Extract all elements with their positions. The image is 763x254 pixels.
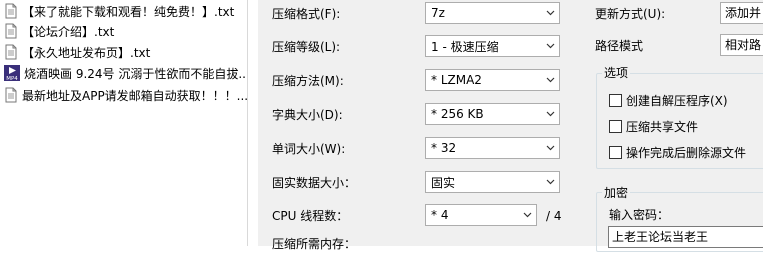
chevron-down-icon [519,205,536,225]
create-sfx-label: 创建自解压程序(X) [626,93,728,108]
update-mode-select[interactable]: 添加并 [720,2,763,24]
compress-shared-checkbox[interactable]: 压缩共享文件 [609,117,698,135]
file-list-item[interactable]: 【来了就能下载和观看！纯免费！】.txt [0,2,247,22]
file-name: 【论坛介绍】.txt [22,25,115,39]
dictionary-value: * 256 KB [431,107,484,121]
memory-label: 压缩所需内存： [272,237,357,251]
text-file-icon [3,3,19,22]
text-file-icon [3,23,19,42]
checkbox-box[interactable] [609,119,622,133]
file-name: 最新地址及APP请发邮箱自动获取！！！... [22,89,248,103]
chevron-down-icon [542,70,559,90]
solid-block-value: 固实 [431,175,456,190]
level-select[interactable]: 1 - 极速压缩 [425,35,560,57]
file-list-pane: 【来了就能下载和观看！纯免费！】.txt 【论坛介绍】.txt 【永久地址发布页… [0,0,248,246]
chevron-down-icon [542,104,559,124]
word-size-select[interactable]: * 32 [425,137,560,159]
file-list-item[interactable]: 【论坛介绍】.txt [0,22,247,42]
checkbox-box[interactable] [609,93,622,107]
format-select[interactable]: 7z [425,2,560,24]
delete-after-checkbox[interactable]: 操作完成后删除源文件 [609,143,746,161]
options-group-title: 选项 [602,66,631,80]
password-input[interactable]: 上老王论坛当老王 [608,226,763,248]
method-label: 压缩方法(M): [272,74,344,88]
cpu-threads-total: / 4 [546,209,562,223]
delete-after-label: 操作完成后删除源文件 [626,145,747,160]
file-name: 【永久地址发布页】.txt [22,46,151,60]
file-list-item[interactable]: 最新地址及APP请发邮箱自动获取！！！... [0,86,248,106]
chevron-down-icon [542,138,559,158]
encryption-group-title: 加密 [602,186,631,200]
file-list-item[interactable]: 【永久地址发布页】.txt [0,43,247,63]
method-select[interactable]: * LZMA2 [425,69,560,91]
add-to-archive-dialog: 压缩格式(F): 7z 压缩等级(L): 1 - 极速压缩 压缩方法(M): *… [258,0,763,252]
text-file-icon [3,87,19,106]
level-label: 压缩等级(L): [272,40,341,54]
solid-block-select[interactable]: 固实 [425,171,560,193]
checkbox-box[interactable] [609,145,622,159]
create-sfx-checkbox[interactable]: 创建自解压程序(X) [609,91,728,109]
cpu-threads-value: * 4 [431,208,449,222]
password-label: 输入密码： [609,208,670,222]
chevron-down-icon [542,36,559,56]
compress-shared-label: 压缩共享文件 [626,119,699,134]
format-label: 压缩格式(F): [272,7,341,21]
text-file-icon [3,44,19,63]
file-name: 【来了就能下载和观看！纯免费！】.txt [22,5,235,19]
solid-block-label: 固实数据大小： [272,176,357,190]
format-value: 7z [431,6,445,20]
update-mode-label: 更新方式(U): [595,7,666,21]
mp4-label: MP4 [6,76,18,82]
level-value: 1 - 极速压缩 [431,39,499,54]
word-size-label: 单词大小(W): [272,142,346,156]
dictionary-select[interactable]: * 256 KB [425,103,560,125]
chevron-down-icon [542,3,559,23]
chevron-down-icon [542,172,559,192]
method-value: * LZMA2 [431,73,482,87]
dictionary-label: 字典大小(D): [272,108,343,122]
mp4-video-icon: MP4 [3,64,21,84]
word-size-value: * 32 [431,141,457,155]
path-mode-label: 路径模式 [595,39,644,53]
cpu-threads-select[interactable]: * 4 [425,204,537,226]
path-mode-select[interactable]: 相对路 [720,34,763,56]
cpu-threads-label: CPU 线程数： [272,209,349,223]
file-list-item[interactable]: MP4 烧酒映画 9.24号 沉溺于性欲而不能自拔... [0,64,248,84]
file-name: 烧酒映画 9.24号 沉溺于性欲而不能自拔... [24,67,248,81]
